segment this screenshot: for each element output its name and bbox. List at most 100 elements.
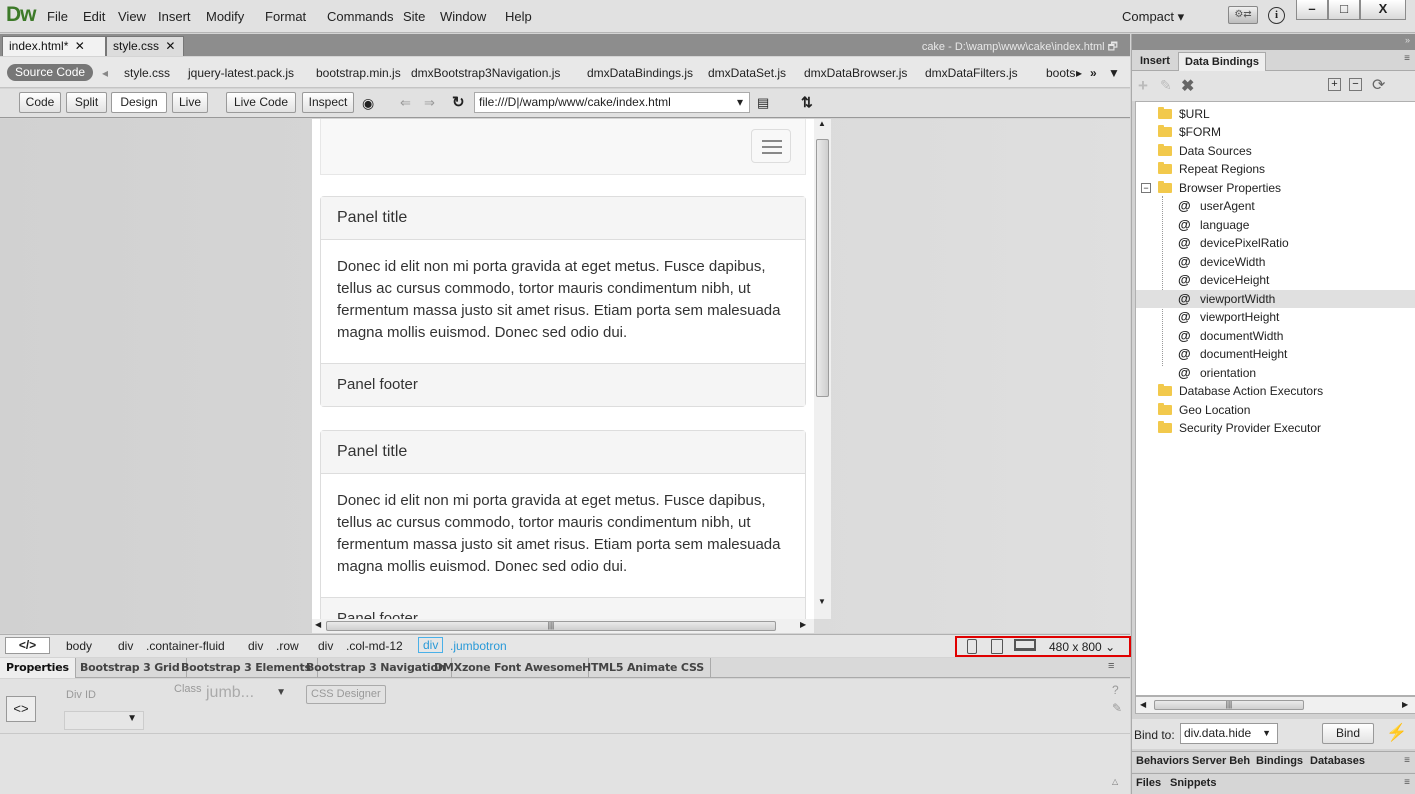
- tab-bindings[interactable]: Bindings: [1256, 755, 1303, 767]
- tag-class[interactable]: .col-md-12: [346, 639, 403, 653]
- scroll-thumb[interactable]: |||: [326, 621, 776, 631]
- panel-menu-icon[interactable]: ≡: [1404, 53, 1410, 64]
- tree-item[interactable]: Security Provider Executor: [1158, 419, 1321, 437]
- tree-item[interactable]: @ deviceHeight: [1178, 271, 1414, 289]
- scroll-right-icon[interactable]: ▶: [800, 620, 806, 629]
- scroll-right-icon[interactable]: ▶: [1402, 700, 1408, 709]
- globe-icon[interactable]: ◉: [362, 95, 374, 112]
- horizontal-scrollbar[interactable]: ◀ ||| ▶: [1135, 696, 1415, 714]
- related-file[interactable]: dmxDataBindings.js: [587, 66, 693, 80]
- workspace-switcher[interactable]: Compact ▾: [1122, 9, 1184, 25]
- info-icon[interactable]: i: [1268, 7, 1285, 24]
- live-view-button[interactable]: Live: [172, 92, 208, 113]
- collapse-toggle-icon[interactable]: −: [1141, 183, 1151, 193]
- tree-item[interactable]: Data Sources: [1158, 142, 1252, 160]
- chevron-left-icon[interactable]: ◂: [102, 66, 108, 80]
- split-view-button[interactable]: Split: [66, 92, 107, 113]
- related-file[interactable]: dmxBootstrap3Navigation.js: [411, 66, 560, 80]
- bind-button[interactable]: Bind: [1322, 723, 1374, 744]
- tree-item[interactable]: Database Action Executors: [1158, 382, 1323, 400]
- add-icon[interactable]: +: [1138, 76, 1148, 96]
- sync-settings-button[interactable]: ⚙⇄: [1228, 6, 1258, 24]
- related-file[interactable]: dmxDataFilters.js: [925, 66, 1018, 80]
- tab-style-css[interactable]: style.css ✕: [106, 36, 184, 56]
- menu-commands[interactable]: Commands: [327, 9, 393, 24]
- tree-item[interactable]: @ documentWidth: [1178, 327, 1414, 345]
- tag-class-selected[interactable]: .jumbotron: [450, 639, 507, 653]
- scroll-down-icon[interactable]: ▼: [818, 597, 826, 606]
- tablet-size-icon[interactable]: [991, 639, 1003, 654]
- collapse-all-icon[interactable]: −: [1349, 78, 1362, 91]
- tag-div-selected[interactable]: div: [418, 637, 444, 653]
- filter-icon[interactable]: ▼: [1108, 66, 1120, 80]
- maximize-button[interactable]: □: [1328, 0, 1360, 20]
- menu-file[interactable]: File: [47, 9, 68, 24]
- panel-menu-icon[interactable]: ≡: [1108, 660, 1114, 672]
- close-icon[interactable]: ✕: [75, 39, 85, 53]
- quick-edit-icon[interactable]: ✎: [1112, 701, 1122, 715]
- related-file[interactable]: bootstrap.min.js: [316, 66, 401, 80]
- tag-body[interactable]: body: [66, 639, 92, 653]
- menu-format[interactable]: Format: [265, 9, 306, 24]
- panel-menu-icon[interactable]: ≡: [1404, 755, 1410, 766]
- code-navigator-button[interactable]: </>: [5, 637, 50, 654]
- tree-item[interactable]: @ devicePixelRatio: [1178, 234, 1414, 252]
- tag-div[interactable]: div: [318, 639, 333, 653]
- tab-properties[interactable]: Properties: [0, 658, 76, 678]
- tree-item[interactable]: Repeat Regions: [1158, 160, 1265, 178]
- related-file[interactable]: dmxDataBrowser.js: [804, 66, 907, 80]
- tree-item[interactable]: Browser Properties: [1158, 179, 1281, 197]
- restore-icon[interactable]: 🗗: [1108, 41, 1118, 53]
- scroll-thumb[interactable]: [816, 139, 829, 397]
- delete-icon[interactable]: ✖: [1181, 76, 1194, 96]
- tree-item[interactable]: @ deviceWidth: [1178, 253, 1414, 271]
- tree-item[interactable]: @ language: [1178, 216, 1414, 234]
- menu-edit[interactable]: Edit: [83, 9, 105, 24]
- minimize-button[interactable]: –: [1296, 0, 1328, 20]
- scroll-left-icon[interactable]: ◀: [1140, 700, 1146, 709]
- sort-arrows-icon[interactable]: ⇅: [801, 94, 813, 111]
- tree-item[interactable]: @ documentHeight: [1178, 345, 1414, 363]
- tree-item-selected[interactable]: @ viewportWidth: [1136, 290, 1415, 308]
- edit-icon[interactable]: ✎: [1160, 77, 1172, 94]
- div-id-select[interactable]: ▼: [64, 711, 144, 730]
- tree-item[interactable]: $URL: [1158, 105, 1210, 123]
- close-icon[interactable]: ✕: [165, 39, 175, 53]
- css-designer-button[interactable]: CSS Designer: [306, 685, 386, 704]
- inspect-button[interactable]: Inspect: [302, 92, 354, 113]
- magic-wand-icon[interactable]: ⚡: [1386, 723, 1407, 743]
- tab-bootstrap-elements[interactable]: Bootstrap 3 Elements: [175, 658, 318, 678]
- tab-index-html[interactable]: index.html* ✕: [2, 36, 106, 56]
- tab-snippets[interactable]: Snippets: [1170, 777, 1216, 789]
- help-icon[interactable]: ?: [1112, 683, 1119, 697]
- tab-data-bindings[interactable]: Data Bindings: [1178, 52, 1266, 71]
- menu-modify[interactable]: Modify: [206, 9, 244, 24]
- tag-class[interactable]: .container-fluid: [146, 639, 225, 653]
- tag-div[interactable]: div: [118, 639, 133, 653]
- refresh-icon[interactable]: ↻: [452, 93, 465, 111]
- menu-insert[interactable]: Insert: [158, 9, 191, 24]
- back-arrow-icon[interactable]: ⇐: [400, 95, 411, 111]
- tab-server-behaviors[interactable]: Server Beh: [1192, 755, 1254, 767]
- menu-window[interactable]: Window: [440, 9, 486, 24]
- vertical-scrollbar[interactable]: ▲ ▼: [814, 119, 831, 619]
- related-file[interactable]: boots: [1046, 66, 1075, 80]
- address-bar[interactable]: file:///D|/wamp/www/cake/index.html ▾: [474, 92, 750, 113]
- tag-class[interactable]: .row: [276, 639, 299, 653]
- chevron-down-icon[interactable]: ▾: [737, 93, 743, 112]
- related-file[interactable]: style.css: [124, 66, 170, 80]
- hamburger-menu-icon[interactable]: [751, 129, 791, 163]
- desktop-size-icon[interactable]: [1014, 639, 1036, 651]
- tree-item[interactable]: @ userAgent: [1178, 197, 1414, 215]
- view-options-icon[interactable]: ▤: [757, 95, 769, 111]
- more-files-icon[interactable]: »: [1090, 66, 1097, 80]
- tree-item[interactable]: Geo Location: [1158, 401, 1250, 419]
- menu-view[interactable]: View: [118, 9, 146, 24]
- menu-help[interactable]: Help: [505, 9, 532, 24]
- related-file[interactable]: dmxDataSet.js: [708, 66, 786, 80]
- collapse-icon[interactable]: »: [1405, 35, 1410, 45]
- menu-site[interactable]: Site: [403, 9, 425, 24]
- code-view-button[interactable]: Code: [19, 92, 61, 113]
- tab-insert[interactable]: Insert: [1134, 52, 1176, 71]
- source-code-button[interactable]: Source Code: [7, 64, 94, 81]
